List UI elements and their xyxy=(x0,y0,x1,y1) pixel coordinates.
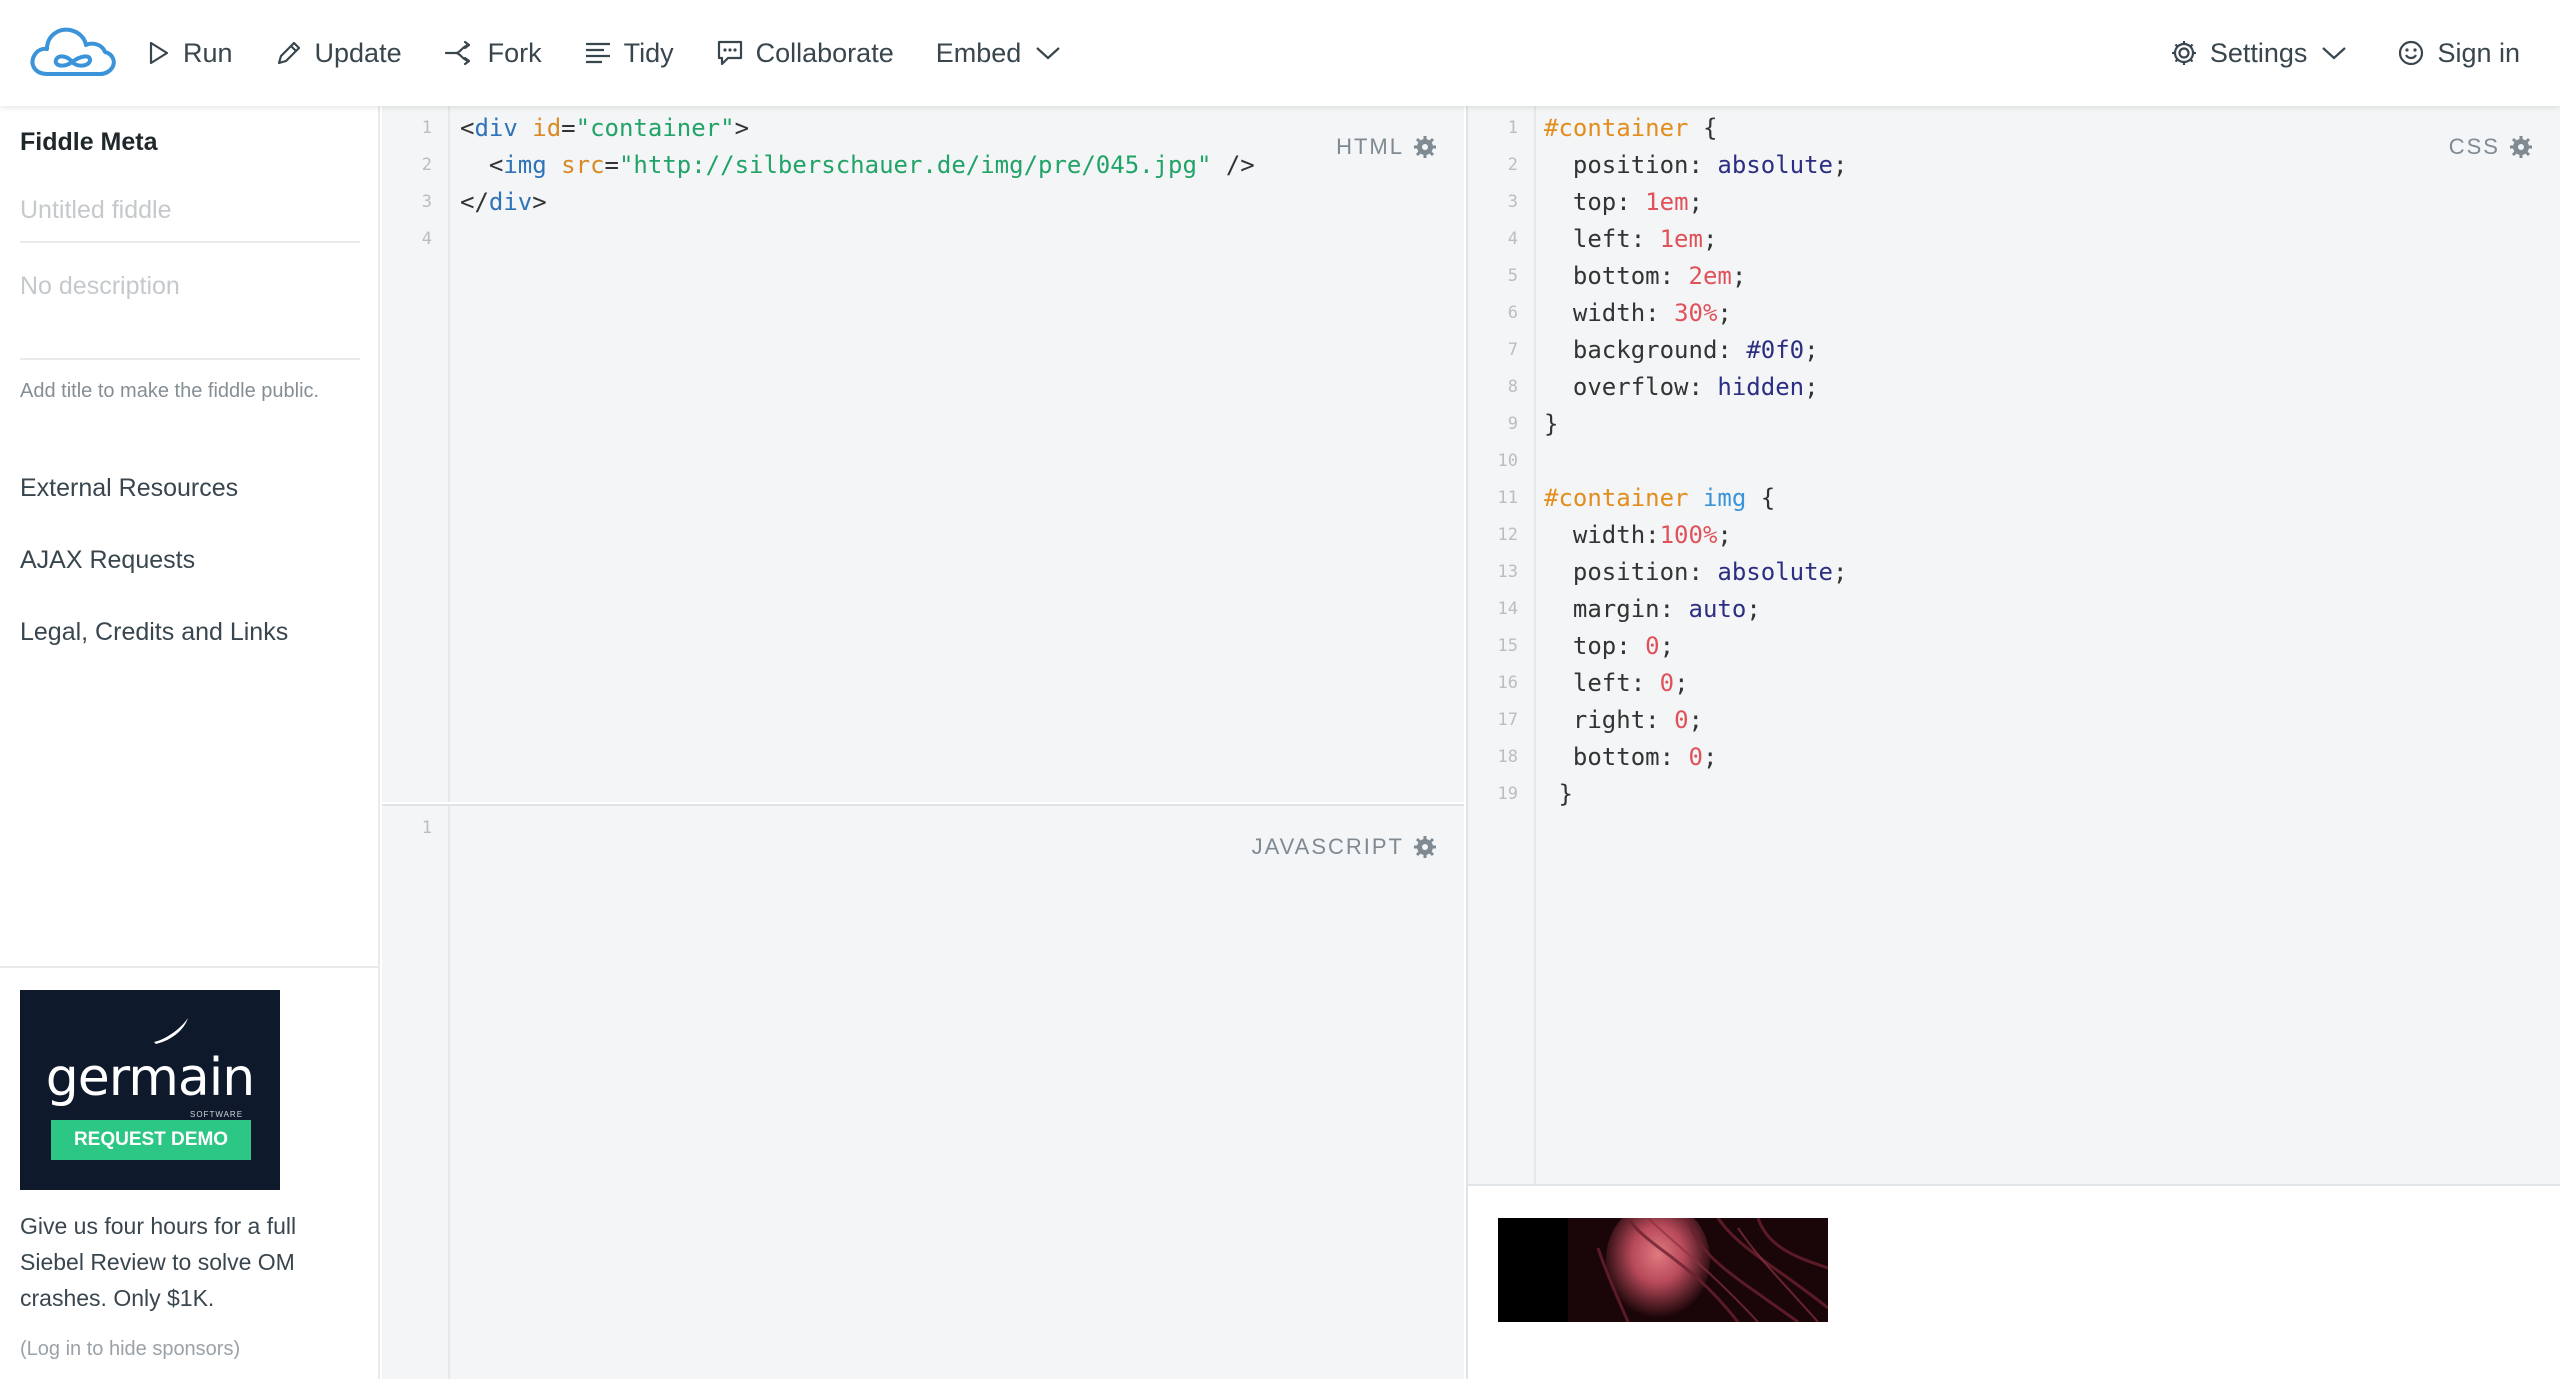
gear-icon[interactable] xyxy=(1414,836,1436,858)
sign-in-label: Sign in xyxy=(2437,37,2520,68)
sponsor-brand-sub: SOFTWARE xyxy=(190,1110,244,1119)
sponsor-ad[interactable]: germain SOFTWARE REQUEST DEMO xyxy=(20,990,280,1190)
settings-dropdown[interactable]: Settings xyxy=(2170,38,2348,69)
chevron-down-icon xyxy=(2322,47,2347,60)
sponsor-brand: germain xyxy=(45,1048,255,1108)
right-nav: Settings Sign in xyxy=(2120,0,2520,106)
main-nav: Run Update Fork Tidy Collaborate Embed xyxy=(145,0,1103,106)
fork-icon xyxy=(444,40,470,66)
line-number: 12 xyxy=(1497,525,1518,545)
javascript-editor-panel[interactable]: 1 JAVASCRIPT xyxy=(382,804,1464,1379)
line-number: 5 xyxy=(1507,266,1518,286)
embed-label: Embed xyxy=(935,37,1022,68)
update-label: Update xyxy=(314,37,402,68)
line-number: 16 xyxy=(1497,673,1518,693)
chevron-down-icon xyxy=(1036,47,1061,60)
external-resources-link[interactable]: External Resources xyxy=(20,474,238,503)
sponsor-divider xyxy=(0,966,378,968)
collaborate-button[interactable]: Collaborate xyxy=(716,38,894,69)
sign-in-button[interactable]: Sign in xyxy=(2397,38,2520,69)
public-hint: Add title to make the fiddle public. xyxy=(20,380,320,402)
line-number: 9 xyxy=(1507,414,1518,434)
fiddle-description-input[interactable] xyxy=(20,272,360,360)
jsfiddle-cloud-logo-icon[interactable] xyxy=(28,20,116,80)
tidy-lines-icon xyxy=(585,42,610,64)
html-label: HTML xyxy=(1336,134,1404,159)
html-editor-panel[interactable]: 1 2 3 4 <div id="container"> <img src="h… xyxy=(382,106,1464,802)
line-number: 3 xyxy=(421,192,432,212)
html-panel-label[interactable]: HTML xyxy=(1336,134,1436,160)
chat-bubble-icon xyxy=(717,40,742,66)
line-number: 1 xyxy=(421,118,432,138)
line-number: 1 xyxy=(1507,118,1518,138)
collaborate-label: Collaborate xyxy=(755,37,894,68)
play-icon xyxy=(149,41,169,65)
run-button[interactable]: Run xyxy=(145,38,233,69)
line-number: 18 xyxy=(1497,747,1518,767)
line-number: 4 xyxy=(421,229,432,249)
sidebar: Fiddle Meta Add title to make the fiddle… xyxy=(0,106,380,1379)
line-number: 11 xyxy=(1497,488,1518,508)
smiley-icon xyxy=(2399,40,2424,66)
line-number: 4 xyxy=(1507,229,1518,249)
line-number: 10 xyxy=(1497,451,1518,471)
request-demo-button[interactable]: REQUEST DEMO xyxy=(51,1120,251,1160)
brand-swoosh-icon xyxy=(154,1018,188,1044)
pencil-icon xyxy=(277,41,300,65)
line-number: 1 xyxy=(421,818,432,838)
settings-label: Settings xyxy=(2209,37,2308,68)
line-number: 13 xyxy=(1497,562,1518,582)
css-code[interactable]: #container { position: absolute; top: 1e… xyxy=(1544,110,1847,808)
embed-dropdown[interactable]: Embed xyxy=(936,38,1062,69)
gear-icon[interactable] xyxy=(2510,136,2532,158)
hide-sponsors-link[interactable]: (Log in to hide sponsors) xyxy=(20,1338,240,1361)
line-number: 8 xyxy=(1507,377,1518,397)
line-number: 3 xyxy=(1507,192,1518,212)
gear-icon xyxy=(2171,41,2196,65)
javascript-panel-label[interactable]: JAVASCRIPT xyxy=(1252,834,1436,860)
css-label: CSS xyxy=(2448,134,2500,159)
top-toolbar: Run Update Fork Tidy Collaborate Embed S… xyxy=(0,0,2560,106)
fiddle-meta-title: Fiddle Meta xyxy=(20,128,158,156)
legal-credits-link[interactable]: Legal, Credits and Links xyxy=(20,618,288,647)
sponsor-text[interactable]: Give us four hours for a full Siebel Rev… xyxy=(20,1208,340,1316)
line-number: 6 xyxy=(1507,303,1518,323)
result-panel[interactable] xyxy=(1466,1184,2560,1379)
javascript-label: JAVASCRIPT xyxy=(1251,834,1404,859)
line-gutter: 1 2 3 4 5 6 7 8 9 10 11 12 13 14 15 16 17 18 19 xyxy=(1468,106,1536,1184)
line-gutter: 1 2 3 4 xyxy=(382,106,450,802)
fiddle-title-input[interactable] xyxy=(20,196,360,243)
fork-button[interactable]: Fork xyxy=(444,38,542,69)
line-number: 2 xyxy=(421,155,432,175)
result-image xyxy=(1498,1218,1828,1322)
fork-label: Fork xyxy=(487,37,542,68)
line-number: 17 xyxy=(1497,710,1518,730)
tidy-button[interactable]: Tidy xyxy=(584,38,674,69)
html-code[interactable]: <div id="container"> <img src="http://si… xyxy=(460,110,1255,250)
run-label: Run xyxy=(183,37,233,68)
line-number: 14 xyxy=(1497,599,1518,619)
line-number: 7 xyxy=(1507,340,1518,360)
ajax-requests-link[interactable]: AJAX Requests xyxy=(20,546,195,575)
css-panel-label[interactable]: CSS xyxy=(2449,134,2532,160)
css-editor-panel[interactable]: 1 2 3 4 5 6 7 8 9 10 11 12 13 14 15 16 17 18 19 #container… xyxy=(1466,106,2560,1184)
line-number: 15 xyxy=(1497,636,1518,656)
tidy-label: Tidy xyxy=(623,37,674,68)
line-gutter: 1 xyxy=(382,806,450,1379)
update-button[interactable]: Update xyxy=(275,38,402,69)
line-number: 2 xyxy=(1507,155,1518,175)
gear-icon[interactable] xyxy=(1414,136,1436,158)
line-number: 19 xyxy=(1497,784,1518,804)
